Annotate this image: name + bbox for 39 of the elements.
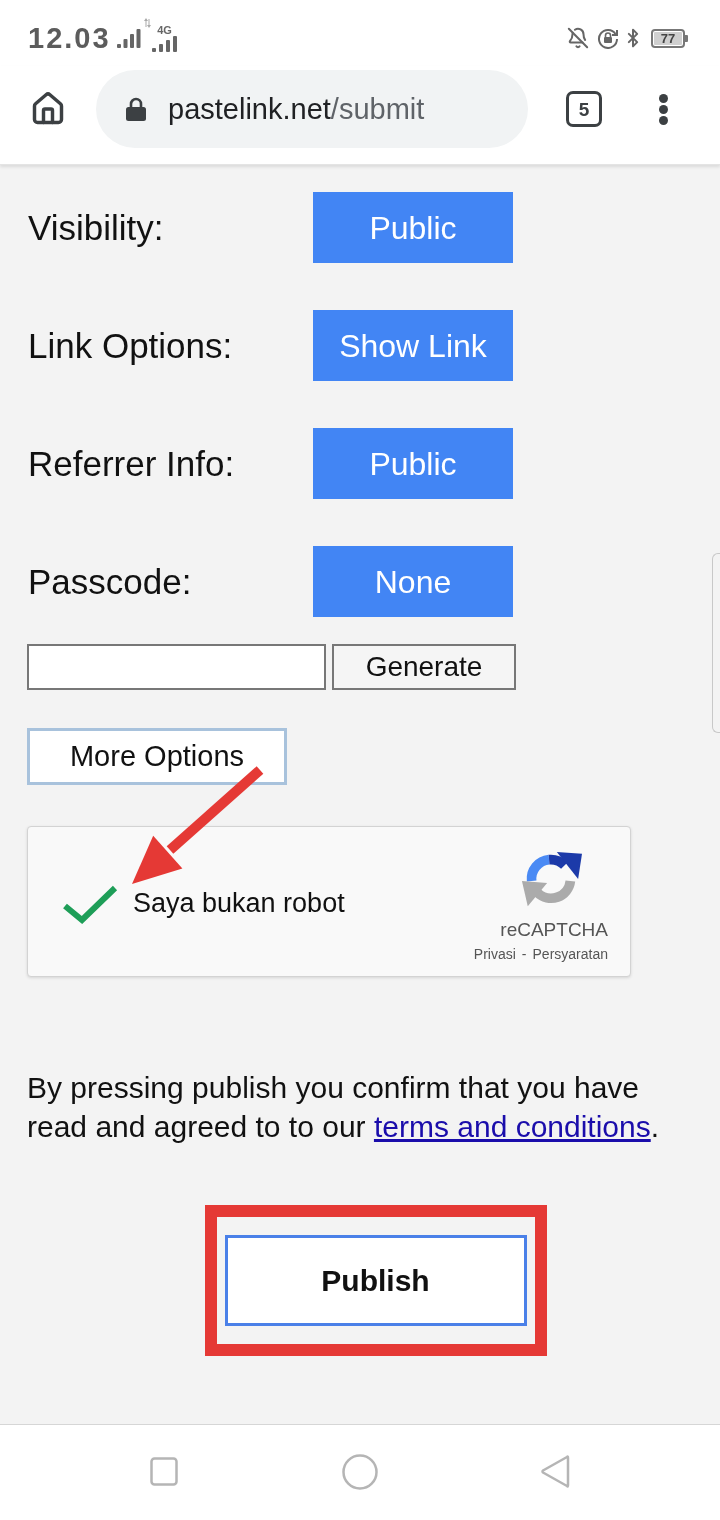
recent-apps-icon xyxy=(150,1457,178,1486)
passcode-input[interactable] xyxy=(27,644,326,690)
privacy-link[interactable]: Privasi xyxy=(473,947,516,961)
battery-indicator: 77 xyxy=(651,28,688,48)
option-label: Referrer Info: xyxy=(27,446,236,481)
recent-apps-button[interactable] xyxy=(150,1457,178,1486)
signal-icon xyxy=(116,28,141,48)
tick-icon[interactable] xyxy=(62,883,118,924)
option-label: Passcode: xyxy=(27,564,193,599)
option-label: Visibility: xyxy=(27,210,165,245)
option-button[interactable]: Public xyxy=(313,428,513,499)
home-nav-button[interactable] xyxy=(342,1453,378,1490)
home-nav-icon xyxy=(342,1453,378,1490)
link-separator: - xyxy=(521,947,527,961)
publish-button[interactable]: Publish xyxy=(224,1235,527,1326)
option-label: Link Options: xyxy=(27,328,234,363)
lock-icon xyxy=(126,97,146,121)
terms-link[interactable]: Persyaratan xyxy=(532,947,608,961)
option-button[interactable]: Show Link xyxy=(313,310,513,381)
address-bar[interactable]: pastelink.net/submit xyxy=(96,70,528,148)
option-button[interactable]: Public xyxy=(313,192,513,263)
menu-icon xyxy=(658,93,668,125)
captcha-brand: reCAPTCHA xyxy=(500,920,608,939)
signal-icon xyxy=(151,35,178,52)
generate-button[interactable]: Generate xyxy=(332,644,516,690)
back-button[interactable] xyxy=(540,1454,570,1489)
bell-off-icon xyxy=(567,27,589,49)
option-button[interactable]: None xyxy=(313,546,513,617)
home-button[interactable] xyxy=(30,91,66,127)
tab-switcher-button[interactable]: 5 xyxy=(566,91,602,127)
terms-link[interactable]: terms and conditions xyxy=(373,1110,651,1143)
network-type-label: 4G xyxy=(157,24,172,36)
data-arrows-icon xyxy=(143,17,151,28)
terms-notice: By pressing publish you confirm that you have read and agreed to to our terms and conditions. xyxy=(27,1070,661,1145)
back-icon xyxy=(540,1454,570,1489)
more-options-button[interactable]: More Options xyxy=(27,728,287,785)
rotation-lock-icon xyxy=(597,27,619,49)
captcha-label: Saya bukan robot xyxy=(133,890,345,917)
clock-time: 12.03 xyxy=(28,23,111,53)
